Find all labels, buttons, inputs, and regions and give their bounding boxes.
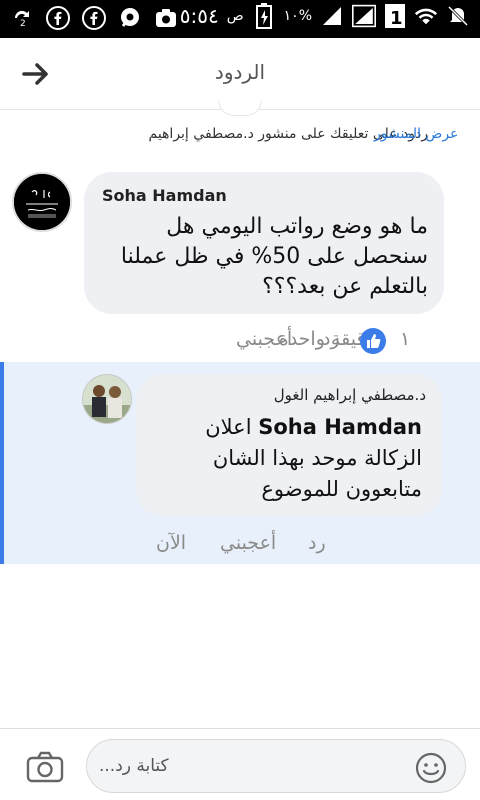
svg-text:2: 2: [20, 19, 26, 29]
reply-input-placeholder: كتابة رد...: [99, 756, 169, 776]
battery-icon: [252, 3, 276, 29]
system-status: ٥:٥٤ ص ١٠% 1: [179, 3, 470, 29]
battery-percent: ١٠%: [283, 8, 312, 24]
signal-icon: [352, 4, 376, 28]
sim-icon: 1: [384, 4, 406, 29]
facebook-icon: [46, 6, 70, 30]
like-count: ١: [400, 328, 411, 350]
like-button[interactable]: أعجبني: [236, 328, 292, 350]
status-ampm: ص: [226, 8, 244, 24]
mute-icon: [446, 4, 470, 28]
reply-thread: د.مصطفي إبراهيم الغول Soha Hamdan اعلان …: [0, 362, 480, 564]
wifi-icon: [414, 4, 438, 28]
like-reaction-icon[interactable]: [360, 328, 386, 354]
reply-button[interactable]: رد: [322, 328, 340, 350]
signal-icon: [320, 4, 344, 28]
comment-bubble[interactable]: Soha Hamdan ما هو وضع رواتب اليومي هل سن…: [84, 172, 444, 314]
header-notch: [218, 100, 262, 116]
reply-bubble[interactable]: د.مصطفي إبراهيم الغول Soha Hamdan اعلان …: [136, 374, 442, 516]
smiley-icon[interactable]: [415, 752, 447, 784]
reply-button[interactable]: رد: [308, 532, 326, 554]
reply-time: الآن: [156, 532, 187, 554]
reply-context-bar: ردود على تعليقك على منشور د.مصطفي إبراهي…: [0, 118, 480, 154]
status-time: ٥:٥٤: [179, 4, 219, 28]
comment-text: ما هو وضع رواتب اليومي هل سنحصل على 50% …: [120, 214, 428, 299]
mention-link[interactable]: Soha Hamdan: [258, 415, 422, 439]
comment-author[interactable]: Soha Hamdan: [102, 186, 227, 205]
chat-icon: [118, 6, 142, 30]
replies-screen: 2 ٥:٥٤ ص ١٠% 1 الردود ردود على تعليقك عل…: [0, 0, 480, 800]
reply-input[interactable]: كتابة رد...: [86, 739, 466, 793]
avatar[interactable]: [12, 172, 72, 232]
notification-icons: 2: [10, 6, 178, 30]
avatar[interactable]: [82, 374, 132, 424]
compose-bar: كتابة رد...: [0, 728, 480, 800]
reply-text: Soha Hamdan اعلان الزكالة موحد بهذا الشا…: [142, 412, 422, 505]
comment-actions: دقيقة واحدة أعجبني رد ١: [0, 326, 480, 356]
sim-badge: 1: [390, 8, 403, 29]
status-bar: 2 ٥:٥٤ ص ١٠% 1: [0, 0, 480, 38]
sync-icon: 2: [10, 6, 34, 30]
camera-icon: [154, 6, 178, 30]
facebook-icon: [82, 6, 106, 30]
like-button[interactable]: أعجبني: [220, 532, 276, 554]
view-post-link[interactable]: عرض المنشور: [374, 126, 458, 142]
app-header: الردود: [0, 38, 480, 116]
camera-icon[interactable]: [26, 751, 64, 783]
page-title: الردود: [214, 60, 266, 84]
reply-author[interactable]: د.مصطفي إبراهيم الغول: [274, 386, 426, 404]
